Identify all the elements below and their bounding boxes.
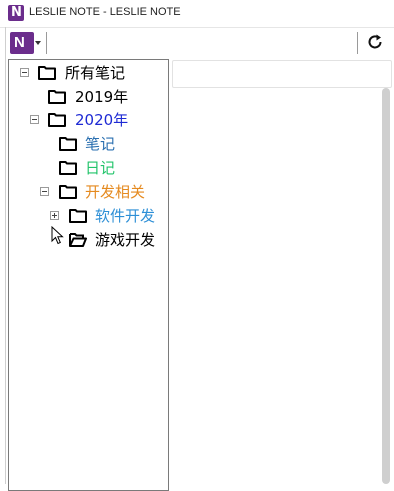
collapse-toggle-icon[interactable] [30,115,39,124]
note-title-field[interactable] [172,60,392,88]
collapse-toggle-icon[interactable] [40,187,49,196]
mouse-cursor-icon [51,226,64,245]
tree-item-label[interactable]: 笔记 [85,135,115,153]
window-frame-left [5,27,6,484]
notebook-logo-letter: N [14,34,25,51]
tree-item-label[interactable]: 游戏开发 [95,231,155,249]
app-logo-icon: N [8,5,24,21]
window-title: LESLIE NOTE - LESLIE NOTE [29,6,181,18]
notebook-menu-button[interactable]: N [10,32,34,54]
folder-icon [59,161,77,175]
folder-open-icon [69,233,87,247]
tree-item-label[interactable]: 2019年 [75,88,128,106]
collapse-toggle-icon[interactable] [20,68,29,77]
tree-item-label[interactable]: 开发相关 [85,183,145,201]
folder-icon [38,66,56,80]
folder-icon [69,209,87,223]
toolbar-divider [46,32,47,54]
tree-item-label[interactable]: 日记 [85,159,115,177]
folder-icon [59,137,77,151]
folder-icon [48,113,66,127]
title-bar: N LESLIE NOTE - LESLIE NOTE [0,0,394,28]
expand-toggle-icon[interactable] [50,211,59,220]
tree-item-label[interactable]: 所有笔记 [65,64,125,82]
toolbar-divider [357,32,358,54]
vertical-scrollbar[interactable] [382,88,390,484]
tree-item-label[interactable]: 软件开发 [95,207,155,225]
refresh-icon[interactable] [366,33,384,51]
folder-icon [48,90,66,104]
chevron-down-icon[interactable] [35,41,41,45]
tree-item-label[interactable]: 2020年 [75,111,128,129]
folder-icon [59,185,77,199]
